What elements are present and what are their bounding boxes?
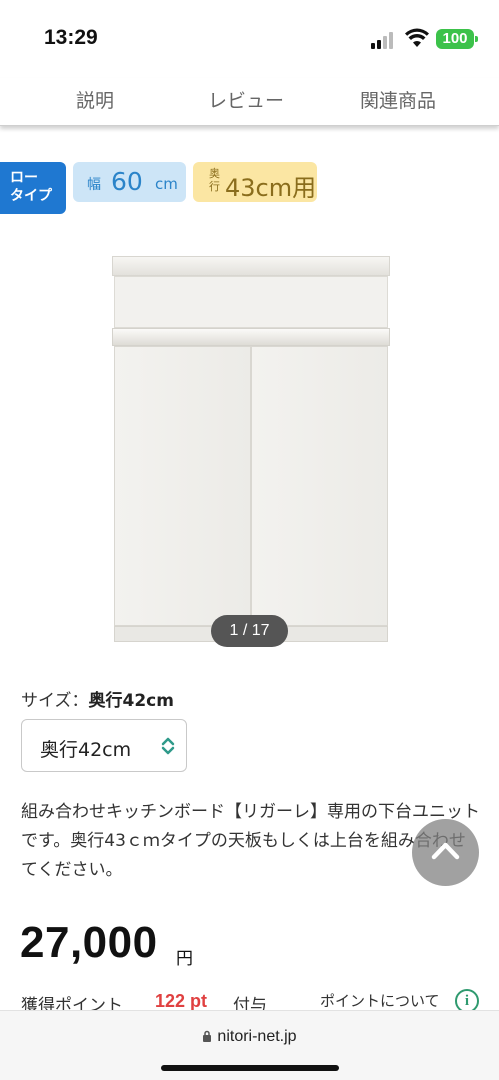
price-unit: 円 <box>176 949 193 969</box>
tab-description[interactable]: 説明 <box>76 86 114 113</box>
price-amount: 27,000 <box>20 918 158 967</box>
size-select[interactable]: 奥行42cm <box>21 719 187 772</box>
width-value: 60 <box>111 167 143 196</box>
browser-bar: nitori-net.jp <box>0 1010 499 1080</box>
status-time: 13:29 <box>44 26 98 49</box>
depth-prefix: 奥行 <box>209 167 220 193</box>
depth-value: 43cm用 <box>225 174 317 202</box>
signal-icon <box>371 31 397 49</box>
low-type-badge: ロー タイプ <box>0 162 66 214</box>
chevron-up-down-icon <box>161 737 175 755</box>
battery-icon: 100 <box>436 29 478 49</box>
wifi-icon <box>405 28 429 47</box>
cabinet-door-left <box>114 346 251 626</box>
cabinet-drawer <box>114 276 388 328</box>
tab-bar: 説明 レビュー 関連商品 <box>0 78 499 126</box>
low-type-line2: タイプ <box>10 188 52 204</box>
cabinet-rail <box>112 328 390 346</box>
points-value: 122 pt <box>155 991 208 1011</box>
cabinet-top-panel <box>112 256 390 276</box>
home-indicator[interactable] <box>161 1065 339 1071</box>
width-prefix: 幅 <box>87 177 101 193</box>
lock-icon <box>203 1030 212 1042</box>
points-about-link[interactable]: ポイントについて <box>320 990 440 1011</box>
width-badge: 幅 60 cm <box>73 162 186 202</box>
low-type-line1: ロー <box>10 170 38 186</box>
image-page-counter: 1 / 17 <box>211 615 288 647</box>
cabinet-door-right <box>251 346 388 626</box>
url-text: nitori-net.jp <box>217 1028 297 1045</box>
url-bar[interactable]: nitori-net.jp <box>0 1028 499 1046</box>
size-label-text: サイズ： <box>21 691 89 711</box>
width-unit: cm <box>155 175 178 193</box>
scroll-to-top-button[interactable] <box>412 819 479 886</box>
size-label: サイズ：奥行42cm <box>21 686 174 711</box>
size-select-value: 奥行42cm <box>40 739 132 761</box>
product-image[interactable] <box>112 256 390 642</box>
tab-reviews[interactable]: レビュー <box>208 86 284 113</box>
status-bar: 13:29 100 <box>0 0 499 78</box>
tab-related-products[interactable]: 関連商品 <box>360 86 436 113</box>
chevron-up-icon <box>431 842 460 860</box>
depth-badge: 奥行 43cm用 <box>193 162 317 202</box>
size-selected-text: 奥行42cm <box>88 691 174 711</box>
product-description: 組み合わせキッチンボード【リガーレ】専用の下台ユニットです。奥行43ｃｍタイプの… <box>21 802 480 880</box>
